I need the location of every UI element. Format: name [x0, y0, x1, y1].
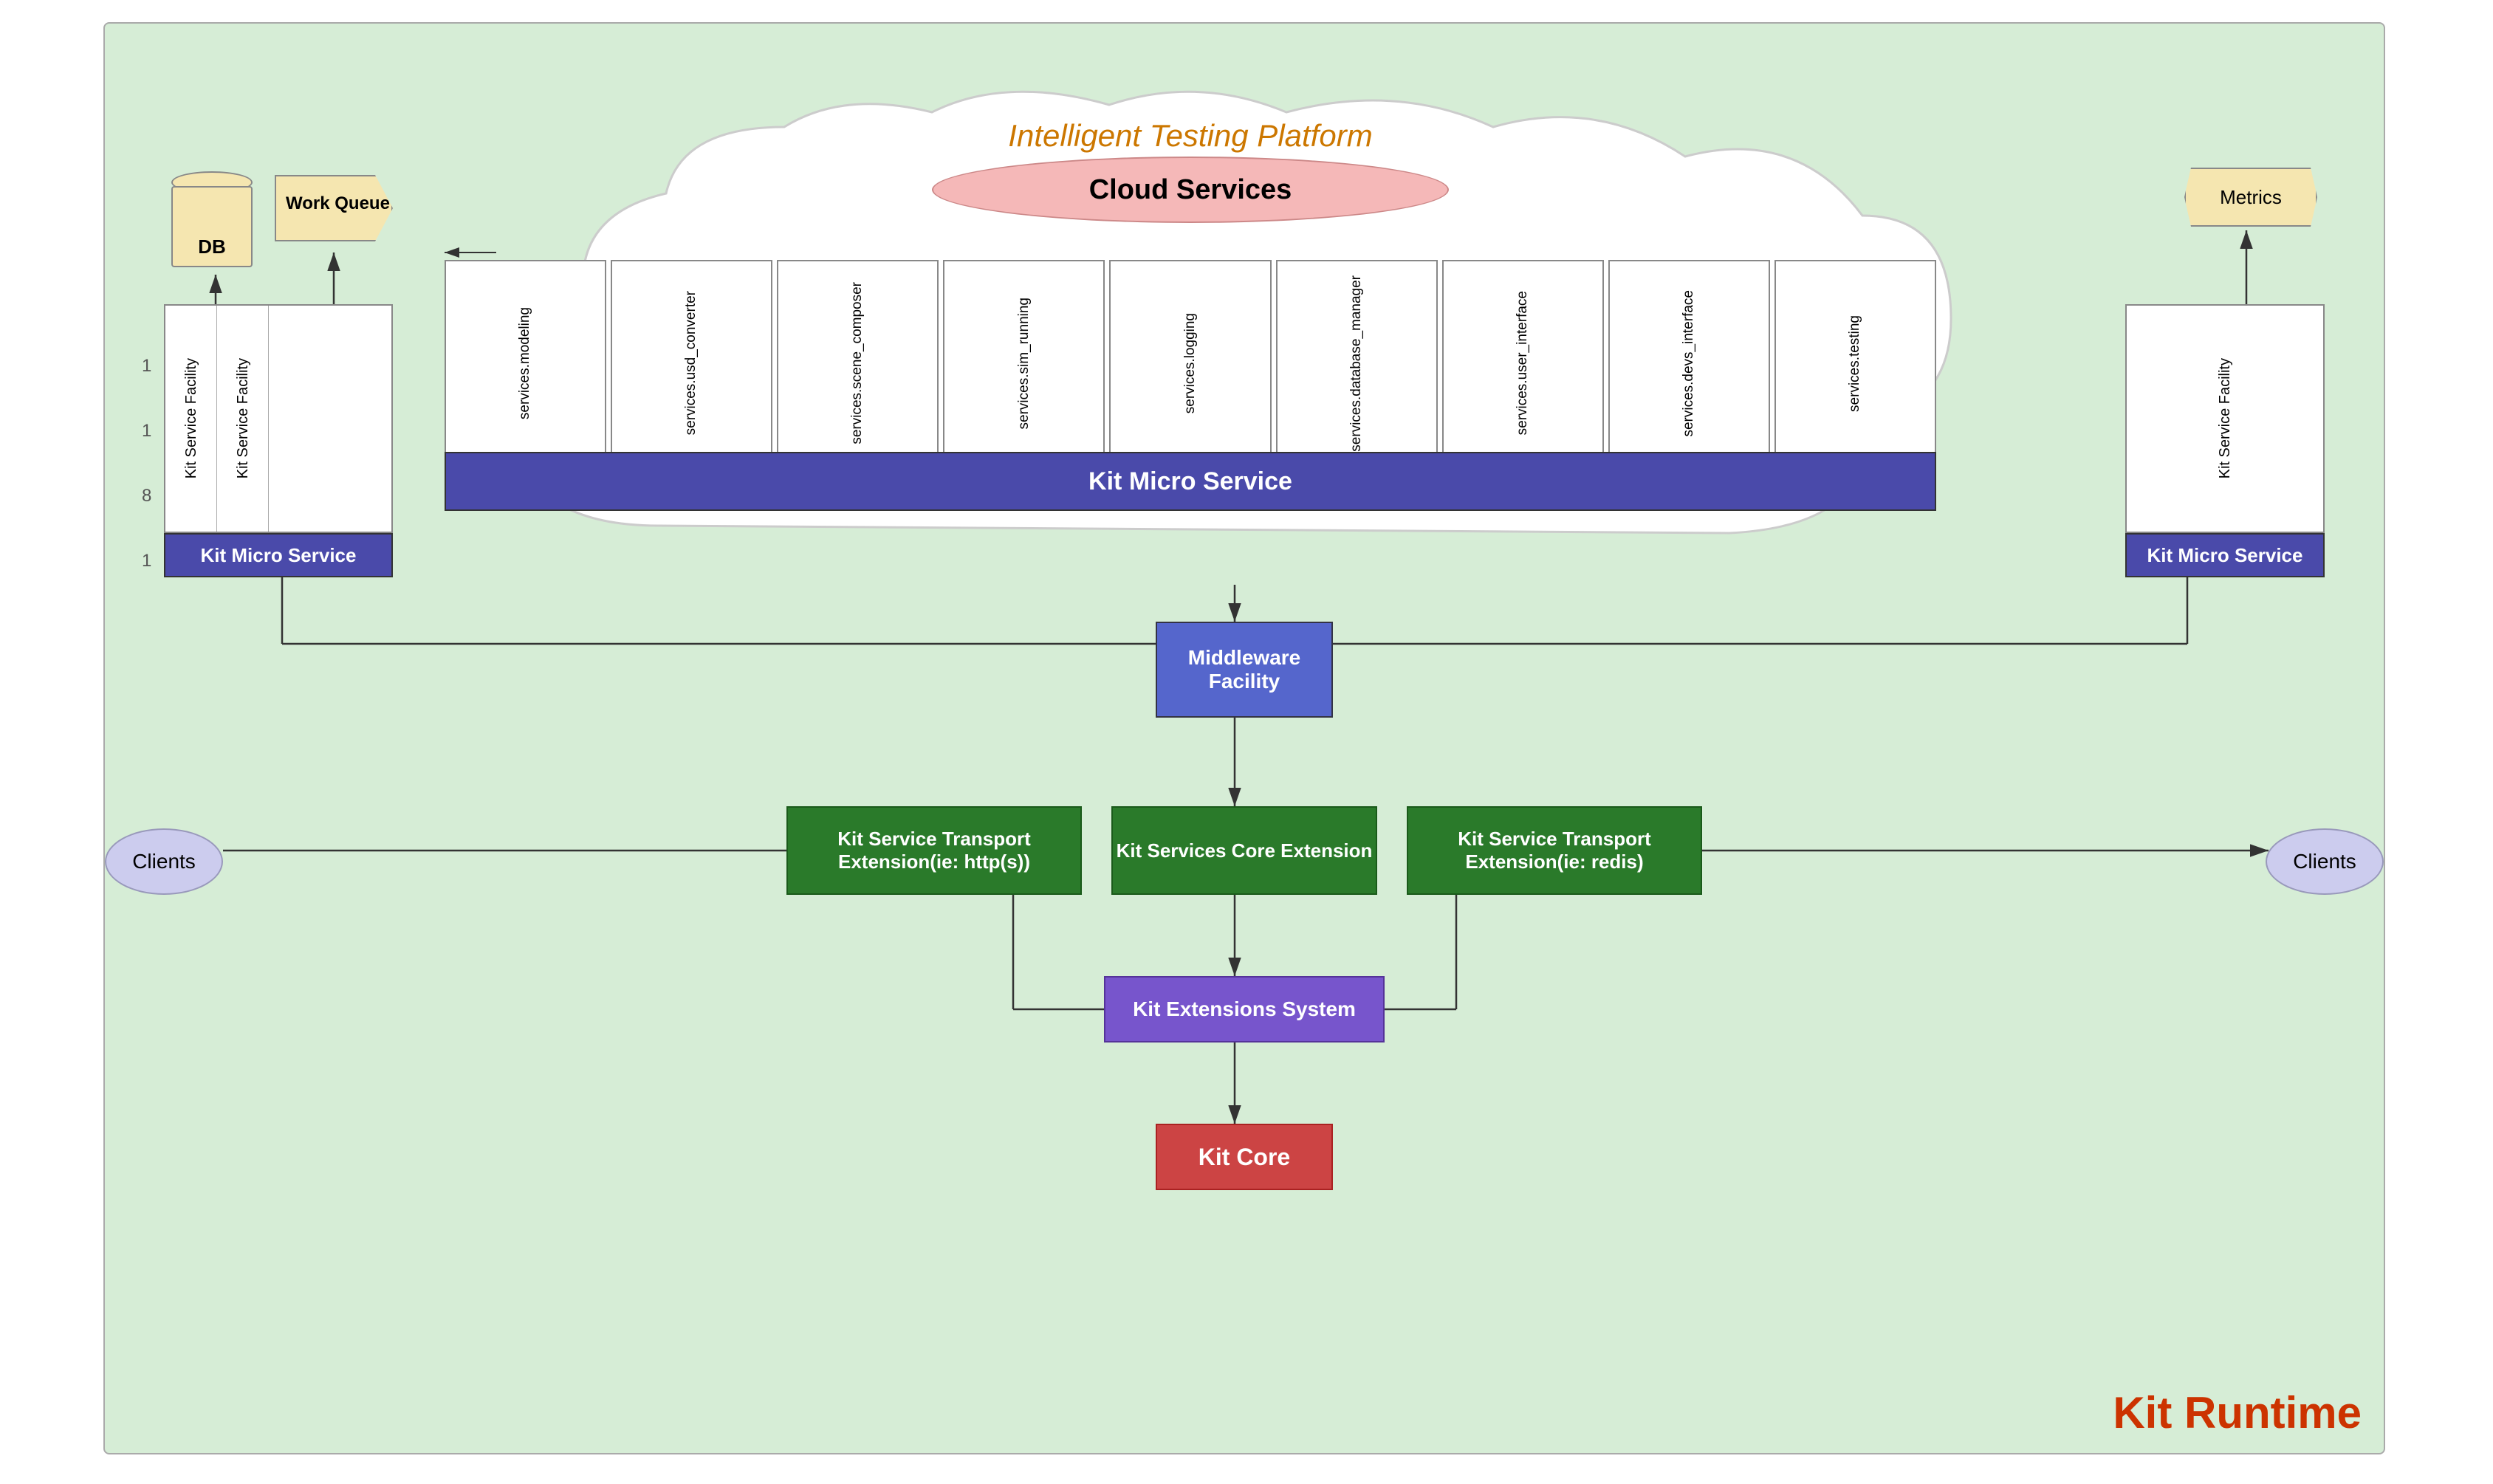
- kit-core-text: Kit Core: [1199, 1144, 1290, 1171]
- cloud-container: Intelligent Testing Platform Cloud Servi…: [400, 68, 1981, 585]
- main-container: Kit Runtime: [103, 22, 2385, 1454]
- transport-ext-right-box: Kit Service Transport Extension(ie: redi…: [1407, 806, 1702, 895]
- left-facility-col-2: Kit Service Facility: [217, 306, 269, 532]
- core-ext-text: Kit Services Core Extension: [1117, 839, 1373, 862]
- left-facility-label-1: Kit Service Facility: [182, 358, 200, 478]
- left-facility-col-1: Kit Service Facility: [165, 306, 217, 532]
- left-kms-box: Kit Service Facility Kit Service Facilit…: [164, 304, 393, 533]
- right-facility-col: Kit Service Facility: [2127, 306, 2323, 532]
- right-facility-label: Kit Service Facility: [2216, 358, 2234, 478]
- db-cylinder-body: DB: [171, 186, 253, 267]
- left-kms-label: Kit Micro Service: [164, 533, 393, 577]
- right-kms-text: Kit Micro Service: [2147, 544, 2303, 567]
- middleware-box: MiddlewareFacility: [1156, 622, 1333, 718]
- service-col-1: services.modeling: [445, 260, 606, 467]
- client-right-text: Clients: [2293, 850, 2356, 873]
- service-col-3: services.scene_composer: [777, 260, 939, 467]
- metrics-shape: Metrics: [2184, 168, 2317, 227]
- service-col-8: services.devs_interface: [1608, 260, 1770, 467]
- kit-runtime-label: Kit Runtime: [2113, 1387, 2362, 1438]
- service-col-2: services.usd_converter: [611, 260, 772, 467]
- left-numbers: 1 1 8 1: [142, 356, 151, 571]
- cloud-kms-bar: Kit Micro Service: [445, 452, 1936, 511]
- extensions-system-text: Kit Extensions System: [1133, 997, 1356, 1021]
- transport-ext-right-text: Kit Service Transport Extension(ie: redi…: [1408, 828, 1701, 873]
- work-queue-label: Work Queue: [286, 193, 390, 214]
- service-col-7: services.user_interface: [1442, 260, 1604, 467]
- client-left-text: Clients: [132, 850, 196, 873]
- client-left: Clients: [105, 828, 223, 895]
- transport-ext-left-box: Kit Service Transport Extension(ie: http…: [786, 806, 1082, 895]
- client-right: Clients: [2266, 828, 2384, 895]
- service-col-4: services.sim_running: [943, 260, 1105, 467]
- db-shape: DB: [171, 171, 253, 275]
- services-columns: services.modeling services.usd_converter…: [445, 245, 1936, 467]
- transport-ext-left-text: Kit Service Transport Extension(ie: http…: [788, 828, 1080, 873]
- service-col-6: services.database_manager: [1276, 260, 1438, 467]
- cloud-kms-text: Kit Micro Service: [1088, 467, 1292, 496]
- middleware-text: MiddlewareFacility: [1188, 646, 1300, 693]
- right-kms-box: Kit Service Facility: [2125, 304, 2325, 533]
- db-label: DB: [173, 236, 251, 258]
- extensions-system-box: Kit Extensions System: [1104, 976, 1385, 1042]
- service-col-5: services.logging: [1109, 260, 1271, 467]
- cloud-services-oval: Cloud Services: [932, 157, 1449, 223]
- core-ext-box: Kit Services Core Extension: [1111, 806, 1377, 895]
- itp-label: Intelligent Testing Platform: [1008, 118, 1372, 154]
- kit-core-box: Kit Core: [1156, 1124, 1333, 1190]
- right-kms-label: Kit Micro Service: [2125, 533, 2325, 577]
- bottom-row: Kit Service Transport Extension(ie: http…: [654, 806, 1835, 895]
- service-col-9: services.testing: [1774, 260, 1936, 467]
- left-facility-label-2: Kit Service Facility: [234, 358, 252, 478]
- left-kms-text: Kit Micro Service: [201, 544, 357, 567]
- metrics-label: Metrics: [2220, 186, 2282, 209]
- cloud-services-text: Cloud Services: [1089, 174, 1292, 206]
